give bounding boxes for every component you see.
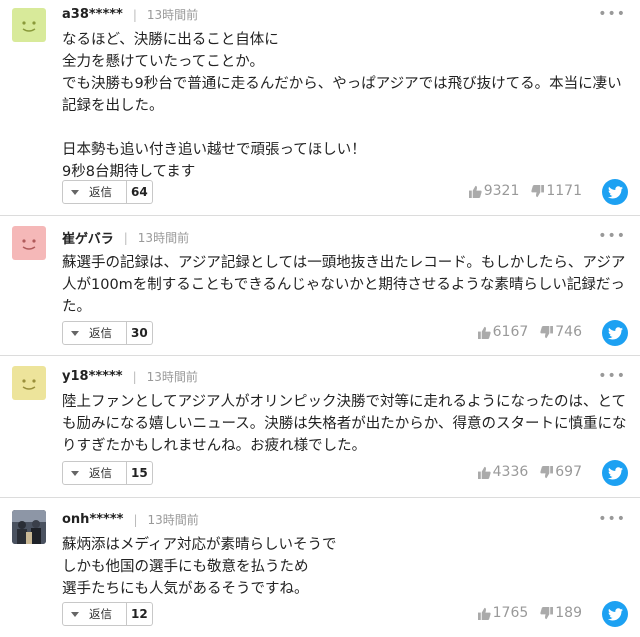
twitter-share-button[interactable] (602, 460, 628, 486)
comment-line: でも決勝も9秒台で普通に走るんだから、やっぱアジアでは飛び抜けてる。本当に凄い (62, 76, 622, 92)
comment-item: a38***** | 13時間前 ••• なるほど、決勝に出ること自体に 全力を… (0, 0, 640, 216)
separator: | (133, 512, 138, 527)
like-button[interactable]: 9321 (468, 183, 520, 199)
thumbs-down-icon (540, 325, 554, 338)
more-options-button[interactable]: ••• (598, 6, 626, 22)
more-options-button[interactable]: ••• (598, 228, 626, 244)
thumbs-down-icon (540, 606, 554, 619)
comment-line: も励みになる嬉しいニュース。決勝は失格者が出たからか、得意のスタートに慎重にな (62, 416, 627, 432)
twitter-bird-icon (607, 185, 623, 198)
reply-count[interactable]: 64 (127, 180, 153, 204)
smiley-icon (22, 21, 36, 32)
dislike-count: 746 (555, 324, 582, 340)
chevron-down-icon (71, 189, 79, 195)
comment-line: 陸上ファンとしてアジア人がオリンピック決勝で対等に走れるようになったのは、とて (62, 394, 627, 410)
separator: | (132, 7, 137, 22)
comment-line: 蘇炳添はメディア対応が素晴らしいそうで (62, 537, 337, 553)
username[interactable]: y18***** (62, 369, 123, 384)
more-options-button[interactable]: ••• (598, 368, 626, 384)
comment-item: onh***** | 13時間前 ••• 蘇炳添はメディア対応が素晴らしいそうで… (0, 498, 640, 637)
twitter-share-button[interactable] (602, 601, 628, 627)
dislike-count: 189 (555, 605, 582, 621)
username[interactable]: 崔ゲバラ (62, 228, 114, 247)
comment-text: 蘇選手の記録は、アジア記録としては一頭地抜き出たレコード。もしかしたら、アジア … (62, 252, 628, 318)
username[interactable]: onh***** (62, 512, 123, 527)
comment-line: 全力を懸けていたってことか。 (62, 54, 264, 70)
comment-line: た。 (62, 299, 91, 315)
reply-count[interactable]: 30 (127, 321, 153, 345)
timestamp: 13時間前 (147, 513, 199, 527)
like-button[interactable]: 6167 (477, 324, 529, 340)
reply-label: 返信 (89, 607, 112, 621)
more-options-button[interactable]: ••• (598, 511, 626, 527)
dislike-count: 1171 (546, 183, 582, 199)
comment-text: 陸上ファンとしてアジア人がオリンピック決勝で対等に走れるようになったのは、とて … (62, 391, 628, 457)
avatar[interactable] (12, 510, 46, 544)
like-button[interactable]: 1765 (477, 605, 529, 621)
like-count: 9321 (483, 183, 520, 199)
avatar[interactable] (12, 8, 46, 42)
timestamp: 13時間前 (137, 231, 190, 245)
reply-count[interactable]: 15 (127, 461, 153, 485)
comment-text: 蘇炳添はメディア対応が素晴らしいそうで しかも他国の選手にも敬意を払うため 選手… (62, 534, 628, 600)
comment-line: 人が100mを制することもできるんじゃないかと期待させるような素晴らしい記録だっ (62, 277, 625, 293)
dislike-button[interactable]: 1171 (531, 183, 582, 199)
like-count: 4336 (492, 464, 529, 480)
comment-line: なるほど、決勝に出ること自体に (62, 32, 279, 48)
photo-avatar-icon (12, 510, 46, 544)
dislike-button[interactable]: 746 (540, 324, 582, 340)
comment-line: りすぎたかもしれませんね。お疲れ様でした。 (62, 438, 367, 454)
thumbs-up-icon (468, 185, 482, 198)
chevron-down-icon (71, 611, 79, 617)
reply-label: 返信 (89, 185, 112, 199)
reply-button[interactable]: 返信 (62, 180, 127, 204)
thumbs-up-icon (477, 607, 491, 620)
reply-button[interactable]: 返信 (62, 602, 127, 626)
reply-button[interactable]: 返信 (62, 321, 127, 345)
reply-button[interactable]: 返信 (62, 461, 127, 485)
dislike-count: 697 (555, 464, 582, 480)
username[interactable]: a38***** (62, 7, 123, 22)
comment-header: onh***** | 13時間前 (62, 511, 199, 528)
chevron-down-icon (71, 470, 79, 476)
thumbs-up-icon (477, 466, 491, 479)
reply-label: 返信 (89, 326, 112, 340)
avatar[interactable] (12, 226, 46, 260)
comment-line: 記録を出した。 (62, 98, 164, 114)
like-count: 6167 (492, 324, 529, 340)
thumbs-down-icon (540, 465, 554, 478)
avatar[interactable] (12, 366, 46, 400)
dislike-button[interactable]: 189 (540, 605, 582, 621)
comment-text: なるほど、決勝に出ること自体に 全力を懸けていたってことか。 でも決勝も9秒台で… (62, 29, 628, 183)
chevron-down-icon (71, 330, 79, 336)
comment-line (62, 117, 628, 139)
comment-line: しかも他国の選手にも敬意を払うため (62, 559, 309, 575)
like-count: 1765 (492, 605, 529, 621)
smiley-icon (22, 239, 36, 250)
twitter-share-button[interactable] (602, 179, 628, 205)
dislike-button[interactable]: 697 (540, 464, 582, 480)
comment-line: 蘇選手の記録は、アジア記録としては一頭地抜き出たレコード。もしかしたら、アジア (62, 255, 626, 271)
twitter-bird-icon (607, 326, 623, 339)
comment-item: 崔ゲバラ | 13時間前 ••• 蘇選手の記録は、アジア記録としては一頭地抜き出… (0, 216, 640, 356)
comment-item: y18***** | 13時間前 ••• 陸上ファンとしてアジア人がオリンピック… (0, 356, 640, 498)
timestamp: 13時間前 (146, 8, 199, 22)
like-button[interactable]: 4336 (477, 464, 529, 480)
reply-count[interactable]: 12 (127, 602, 153, 626)
thumbs-down-icon (531, 184, 545, 197)
comment-header: y18***** | 13時間前 (62, 368, 198, 385)
comment-header: 崔ゲバラ | 13時間前 (62, 228, 190, 248)
comment-header: a38***** | 13時間前 (62, 6, 198, 23)
comment-line: 日本勢も追い付き追い越せで頑張ってほしい！ (62, 142, 366, 158)
timestamp: 13時間前 (146, 370, 198, 384)
twitter-bird-icon (607, 466, 623, 479)
separator: | (132, 369, 137, 384)
thumbs-up-icon (477, 326, 491, 339)
twitter-share-button[interactable] (602, 320, 628, 346)
reply-label: 返信 (89, 466, 112, 480)
separator: | (123, 230, 128, 245)
smiley-icon (22, 379, 36, 390)
twitter-bird-icon (607, 607, 623, 620)
comment-line: 選手たちにも人気があるそうですね。 (62, 581, 309, 597)
